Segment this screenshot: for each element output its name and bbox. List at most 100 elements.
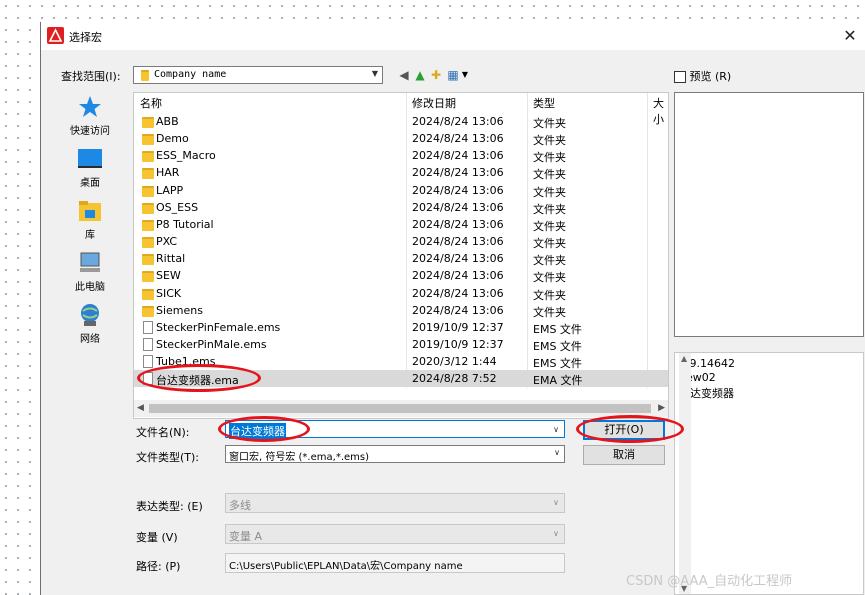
file-name-input[interactable]: 台达变频器 ∨ — [225, 420, 565, 439]
file-date-cell: 2024/8/24 13:06 — [412, 200, 504, 214]
file-name-cell: HAR — [156, 166, 180, 180]
column-name[interactable]: 名称 — [140, 95, 162, 111]
chevron-down-icon[interactable]: ▼ — [372, 69, 378, 78]
file-row[interactable]: SteckerPinMale.ems 2019/10/9 12:37 EMS 文件 — [134, 336, 668, 353]
back-icon[interactable]: ◀ — [397, 68, 411, 82]
view-menu-chevron-icon[interactable]: ▼ — [458, 68, 472, 82]
file-date-cell: 2024/8/24 13:06 — [412, 269, 504, 283]
place-this-pc[interactable]: 此电脑 — [61, 251, 119, 293]
folder-icon — [142, 288, 154, 300]
column-type[interactable]: 类型 — [533, 95, 555, 111]
place-network[interactable]: 网络 — [61, 303, 119, 345]
scroll-left-icon[interactable]: ◀ — [137, 403, 144, 413]
file-row[interactable]: Tube1.ems 2020/3/12 1:44 EMS 文件 — [134, 353, 668, 370]
dialog-title: 选择宏 — [69, 31, 102, 44]
file-date-cell: 2019/10/9 12:37 — [412, 320, 504, 334]
file-date-cell: 2024/8/24 13:06 — [412, 235, 504, 249]
file-type-cell: 文件夹 — [533, 288, 566, 302]
horizontal-scrollbar[interactable]: ◀ ▶ — [134, 400, 668, 417]
close-icon[interactable]: ✕ — [840, 26, 860, 46]
file-row[interactable]: Siemens 2024/8/24 13:06 文件夹 — [134, 302, 668, 319]
folder-icon — [142, 305, 154, 317]
file-type-cell: 文件夹 — [533, 151, 566, 165]
file-date-cell: 2024/8/24 13:06 — [412, 166, 504, 180]
file-row[interactable]: 台达变频器.ema 2024/8/28 7:52 EMA 文件 — [134, 370, 668, 388]
path-value: C:\Users\Public\EPLAN\Data\宏\Company nam… — [229, 561, 463, 572]
watermark: CSDN @AAA_自动化工程师 — [626, 574, 793, 589]
file-row[interactable]: SEW 2024/8/24 13:06 文件夹 — [134, 267, 668, 284]
file-type-cell: EMA 文件 — [533, 374, 583, 388]
variant-label: 变量 (V) — [136, 531, 178, 544]
place-desktop[interactable]: 桌面 — [61, 147, 119, 189]
new-folder-icon[interactable]: ✚ — [429, 68, 443, 82]
represent-type-value: 多线 — [229, 499, 251, 512]
checkbox-icon[interactable] — [674, 71, 686, 83]
preview-label: 预览 (R) — [689, 70, 732, 83]
sort-ascending-icon: ^ — [267, 92, 275, 100]
file-row[interactable]: PXC 2024/8/24 13:06 文件夹 — [134, 233, 668, 250]
file-type-cell: 文件夹 — [533, 305, 566, 319]
file-type-cell: 文件夹 — [533, 254, 566, 268]
preview-pane — [674, 92, 864, 337]
look-in-combo[interactable]: Company name ▼ — [133, 66, 383, 84]
desktop-icon — [78, 147, 102, 171]
file-name-cell: Demo — [156, 132, 189, 146]
file-row[interactable]: SteckerPinFemale.ems 2019/10/9 12:37 EMS 文… — [134, 319, 668, 336]
file-row[interactable]: ESS_Macro 2024/8/24 13:06 文件夹 — [134, 147, 668, 164]
network-icon — [78, 303, 102, 327]
chevron-down-icon[interactable]: ∨ — [553, 425, 559, 434]
place-library[interactable]: 库 — [61, 199, 119, 241]
file-name-cell: P8 Tutorial — [156, 217, 214, 231]
folder-icon — [142, 271, 154, 283]
file-type-cell: 文件夹 — [533, 271, 566, 285]
scrollbar-thumb[interactable] — [149, 404, 651, 413]
file-type-cell: EMS 文件 — [533, 322, 582, 336]
file-row[interactable]: Demo 2024/8/24 13:06 文件夹 — [134, 130, 668, 147]
place-label: 桌面 — [80, 178, 100, 189]
up-folder-icon[interactable]: ▲ — [413, 68, 427, 82]
file-name-value: 台达变频器 — [229, 423, 286, 439]
place-label: 库 — [85, 230, 95, 241]
file-date-cell: 2019/10/9 12:37 — [412, 337, 504, 351]
file-date-cell: 2024/8/24 13:06 — [412, 115, 504, 128]
file-date-cell: 2024/8/24 13:06 — [412, 149, 504, 163]
represent-type-combo: 多线 ∨ — [225, 493, 565, 513]
file-name-cell: Tube1.ems — [156, 355, 216, 369]
file-row[interactable]: P8 Tutorial 2024/8/24 13:06 文件夹 — [134, 216, 668, 233]
file-type-combo[interactable]: 窗口宏, 符号宏 (*.ema,*.ems) ∨ — [225, 445, 565, 463]
file-type-label: 文件类型(T): — [136, 451, 200, 464]
macro-info-box: 2.9.14642 new02 台达变频器 ▲ ▼ — [674, 352, 864, 595]
look-in-value: Company name — [154, 69, 227, 80]
file-row[interactable]: SICK 2024/8/24 13:06 文件夹 — [134, 285, 668, 302]
file-list[interactable]: ^ 名称 修改日期 类型 大小 ABB 2024/8/24 13:06 文件夹 Dem… — [133, 92, 669, 419]
title-bar: 选择宏 ✕ — [41, 22, 865, 50]
file-row[interactable]: Rittal 2024/8/24 13:06 文件夹 — [134, 250, 668, 267]
folder-icon — [142, 168, 154, 180]
file-row[interactable]: ABB 2024/8/24 13:06 文件夹 — [134, 113, 668, 130]
folder-icon — [142, 254, 154, 266]
file-name-cell: Siemens — [156, 303, 203, 317]
open-button[interactable]: 打开(O) — [583, 420, 665, 440]
column-modified[interactable]: 修改日期 — [412, 95, 456, 111]
file-row[interactable]: OS_ESS 2024/8/24 13:06 文件夹 — [134, 199, 668, 216]
preview-checkbox[interactable]: 预览 (R) — [674, 68, 731, 84]
file-date-cell: 2024/8/24 13:06 — [412, 132, 504, 146]
scroll-up-icon[interactable]: ▲ — [681, 354, 687, 363]
cancel-button[interactable]: 取消 — [583, 445, 665, 465]
file-type-cell: 文件夹 — [533, 219, 566, 233]
place-label: 网络 — [80, 334, 100, 345]
scroll-right-icon[interactable]: ▶ — [658, 403, 665, 413]
folder-icon — [142, 117, 154, 128]
file-row[interactable]: HAR 2024/8/24 13:06 文件夹 — [134, 164, 668, 181]
variant-value: 变量 A — [229, 530, 263, 543]
file-date-cell: 2024/8/28 7:52 — [412, 372, 497, 386]
vertical-scrollbar[interactable]: ▲ ▼ — [679, 353, 691, 594]
file-name-cell: ESS_Macro — [156, 149, 216, 163]
file-type-cell: EMS 文件 — [533, 339, 582, 353]
chevron-down-icon[interactable]: ∨ — [554, 448, 560, 457]
folder-icon — [142, 134, 154, 146]
place-quick-access[interactable]: 快速访问 — [61, 95, 119, 137]
file-row[interactable]: LAPP 2024/8/24 13:06 文件夹 — [134, 182, 668, 199]
path-field: C:\Users\Public\EPLAN\Data\宏\Company nam… — [225, 553, 565, 573]
file-name-cell: 台达变频器.ema — [156, 374, 239, 388]
